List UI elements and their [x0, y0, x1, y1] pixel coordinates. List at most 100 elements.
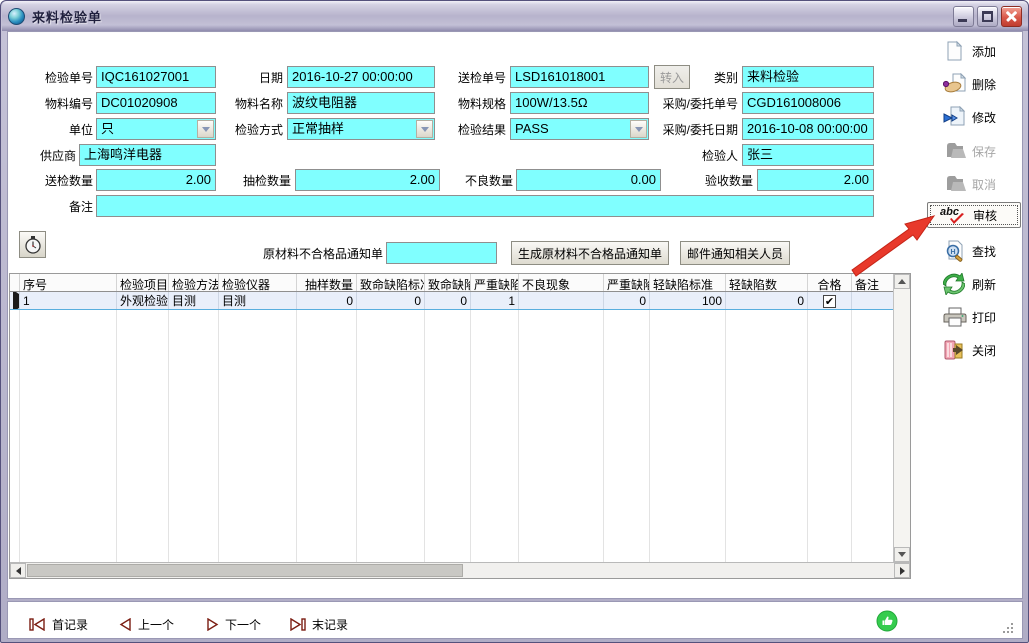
- delete-button[interactable]: 删除: [931, 70, 1023, 98]
- category-field[interactable]: 来料检验: [742, 66, 874, 88]
- scroll-left-button[interactable]: [10, 563, 26, 578]
- col-minor-std[interactable]: 轻缺陷标准: [650, 274, 726, 291]
- minimize-icon: [958, 19, 967, 22]
- window-title: 来料检验单: [32, 7, 102, 26]
- sampled-qty-field[interactable]: 2.00: [295, 169, 440, 191]
- grid-gridlines: [10, 292, 895, 562]
- supplier-field[interactable]: 上海鸣洋电器: [79, 144, 216, 166]
- nav-previous[interactable]: 上一个: [119, 614, 174, 634]
- refresh-icon: [943, 273, 967, 295]
- delete-hand-icon: [943, 73, 967, 95]
- cancel-icon: [943, 173, 967, 195]
- minimize-button[interactable]: [953, 6, 974, 27]
- material-name-label: 物料名称: [193, 96, 283, 112]
- date-label: 日期: [193, 70, 283, 86]
- inspector-field[interactable]: 张三: [742, 144, 874, 166]
- submitted-qty-field[interactable]: 2.00: [96, 169, 216, 191]
- row-selector: [10, 292, 20, 309]
- col-remark[interactable]: 备注: [852, 274, 895, 291]
- col-minor-count[interactable]: 轻缺陷数: [726, 274, 808, 291]
- nav-first-record[interactable]: 首记录: [29, 614, 88, 634]
- sampled-qty-label: 抽检数量: [211, 173, 291, 189]
- accepted-qty-label: 验收数量: [673, 173, 753, 189]
- abc-check-icon: abc: [940, 204, 968, 226]
- titlebar[interactable]: 来料检验单: [2, 1, 1028, 31]
- close-button[interactable]: [1001, 6, 1022, 27]
- purchase-no-label: 采购/委托单号: [628, 96, 738, 112]
- generate-notice-button[interactable]: 生成原材料不合格品通知单: [511, 241, 669, 265]
- submitted-qty-label: 送检数量: [13, 173, 93, 189]
- modify-button[interactable]: 修改: [931, 103, 1023, 131]
- col-critical-std[interactable]: 致命缺陷标准: [357, 274, 425, 291]
- col-item[interactable]: 检验项目: [117, 274, 169, 291]
- nonconforming-notice-field[interactable]: [386, 242, 497, 264]
- save-button: 保存: [931, 137, 1023, 165]
- nav-next[interactable]: 下一个: [206, 614, 261, 634]
- col-instrument[interactable]: 检验仪器: [219, 274, 297, 291]
- find-button[interactable]: H 查找: [931, 237, 1023, 265]
- exit-door-icon: [943, 339, 967, 361]
- resize-grip[interactable]: [1001, 623, 1015, 635]
- refresh-button[interactable]: 刷新: [931, 270, 1023, 298]
- material-spec-label: 物料规格: [406, 96, 506, 112]
- col-sample-qty[interactable]: 抽样数量: [297, 274, 357, 291]
- qualified-checkbox[interactable]: ✔: [823, 295, 836, 308]
- add-button[interactable]: 添加: [931, 37, 1023, 65]
- maximize-button[interactable]: [977, 6, 998, 27]
- nonconforming-notice-label: 原材料不合格品通知单: [253, 246, 383, 262]
- scroll-down-icon: [898, 552, 906, 557]
- email-notify-button[interactable]: 邮件通知相关人员: [680, 241, 790, 265]
- category-label: 类别: [628, 70, 738, 86]
- thumbs-up-icon: [876, 610, 898, 632]
- col-seq[interactable]: 序号: [20, 274, 117, 291]
- next-icon: [206, 618, 219, 631]
- scroll-right-button[interactable]: [894, 563, 910, 578]
- last-record-icon: [289, 618, 306, 631]
- globe-icon: [8, 8, 25, 25]
- svg-text:H: H: [951, 249, 956, 256]
- scroll-left-icon: [16, 567, 21, 575]
- col-critical-count[interactable]: 致命缺陷数: [425, 274, 471, 291]
- first-record-icon: [29, 618, 46, 631]
- scroll-down-button[interactable]: [894, 547, 910, 562]
- material-no-label: 物料编号: [13, 96, 93, 112]
- accepted-qty-field[interactable]: 2.00: [757, 169, 874, 191]
- supplier-label: 供应商: [13, 148, 76, 164]
- purchase-no-field[interactable]: CGD161008006: [742, 92, 874, 114]
- grid-header-row: 序号 检验项目 检验方法 检验仪器 抽样数量 致命缺陷标准 致命缺陷数 严重缺陷…: [10, 274, 895, 292]
- vertical-scrollbar[interactable]: [893, 274, 910, 562]
- scroll-up-button[interactable]: [894, 274, 910, 289]
- search-icon: H: [943, 240, 967, 262]
- col-defect-desc[interactable]: 不良现象: [519, 274, 604, 291]
- printer-icon: [943, 306, 967, 328]
- col-qualified[interactable]: 合格: [808, 274, 852, 291]
- col-method[interactable]: 检验方法: [169, 274, 219, 291]
- horizontal-scrollbar[interactable]: [10, 562, 910, 578]
- audit-button[interactable]: abc 审核: [927, 202, 1021, 228]
- remark-field[interactable]: [96, 195, 874, 217]
- selector-column-header: [10, 274, 20, 291]
- defective-qty-label: 不良数量: [433, 173, 513, 189]
- row-selector-icon: [13, 292, 19, 309]
- nav-last-record[interactable]: 末记录: [289, 614, 348, 634]
- table-row[interactable]: 1 外观检验 目测 目测 0 0 0 1 0 100 0 ✔: [10, 292, 895, 310]
- remark-label: 备注: [13, 199, 93, 215]
- purchase-date-label: 采购/委托日期: [628, 122, 738, 138]
- inspection-method-label: 检验方式: [193, 122, 283, 138]
- inspector-label: 检验人: [628, 148, 738, 164]
- horizontal-scroll-thumb[interactable]: [27, 564, 463, 577]
- col-major-std[interactable]: 严重缺陷标准: [471, 274, 519, 291]
- purchase-date-field[interactable]: 2016-10-08 00:00:00: [742, 118, 874, 140]
- maximize-icon: [982, 11, 993, 22]
- previous-icon: [119, 618, 132, 631]
- timer-button[interactable]: [19, 231, 46, 258]
- print-button[interactable]: 打印: [931, 303, 1023, 331]
- scroll-up-icon: [898, 279, 906, 284]
- col-major-count[interactable]: 严重缺陷数: [604, 274, 650, 291]
- edit-document-icon: [943, 106, 967, 128]
- submission-no-label: 送检单号: [406, 70, 506, 86]
- defective-qty-field[interactable]: 0.00: [516, 169, 661, 191]
- stopwatch-icon: [24, 236, 42, 254]
- close-window-button[interactable]: 关闭: [931, 336, 1023, 364]
- inspection-items-grid: 序号 检验项目 检验方法 检验仪器 抽样数量 致命缺陷标准 致命缺陷数 严重缺陷…: [9, 273, 911, 579]
